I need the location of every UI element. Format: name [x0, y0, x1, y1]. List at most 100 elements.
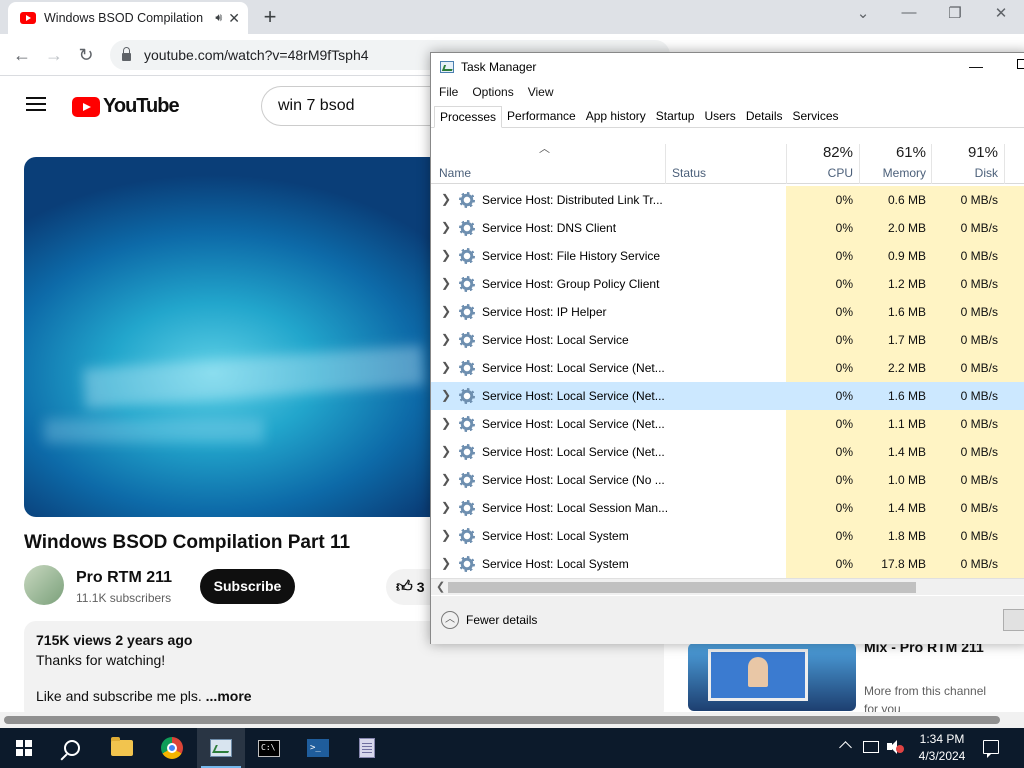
chevron-right-icon[interactable]: ❯ [441, 416, 451, 430]
process-name: Service Host: IP Helper [482, 305, 607, 319]
speaker-icon[interactable]: 🔊︎ [215, 12, 222, 25]
forward-button[interactable]: → [42, 43, 66, 67]
tab-app-history[interactable]: App history [581, 106, 651, 127]
close-window-button[interactable]: ✕ [986, 4, 1016, 22]
table-row[interactable]: ❯ Service Host: Group Policy Client 0% 1.2 … [431, 270, 1024, 298]
avatar[interactable] [24, 565, 64, 605]
new-tab-button[interactable]: + [258, 4, 282, 30]
chrome-button[interactable] [148, 728, 196, 768]
browser-tab[interactable]: Windows BSOD Compilation 🔊︎ ✕ [8, 2, 248, 34]
column-status[interactable]: Status [672, 166, 706, 180]
tab-close-icon[interactable]: ✕ [228, 10, 240, 27]
task-manager-taskbar-button[interactable] [197, 728, 245, 768]
powershell-button[interactable]: >_ [294, 728, 342, 768]
menu-options[interactable]: Options [472, 83, 513, 105]
subscribe-button[interactable]: Subscribe [200, 569, 295, 604]
search-button[interactable] [48, 728, 96, 768]
process-name: Service Host: Local Session Man... [482, 501, 669, 515]
recommended-thumbnail[interactable] [688, 643, 856, 711]
taskbar: C:\ >_ 1:34 PM 4/3/2024 [0, 728, 1024, 768]
gear-icon [459, 192, 475, 208]
cmd-button[interactable]: C:\ [245, 728, 293, 768]
notification-icon[interactable] [983, 740, 999, 758]
maximize-button[interactable] [1017, 59, 1024, 69]
chevron-right-icon[interactable]: ❯ [441, 220, 451, 234]
table-row[interactable]: ❯ Service Host: Local Service 0% 1.7 MB 0 MB… [431, 326, 1024, 354]
chevron-right-icon[interactable]: ❯ [441, 276, 451, 290]
show-hidden-icons-icon[interactable] [840, 739, 852, 751]
table-row[interactable]: ❯ Service Host: Local Service (Net... 0% 1.… [431, 438, 1024, 466]
tab-startup[interactable]: Startup [651, 106, 700, 127]
table-row[interactable]: ❯ Service Host: IP Helper 0% 1.6 MB 0 MB/s [431, 298, 1024, 326]
process-name: Service Host: Local Service [482, 333, 629, 347]
minimize-button[interactable]: — [969, 58, 983, 74]
memory-value: 1.1 MB [887, 417, 926, 431]
tab-performance[interactable]: Performance [502, 106, 581, 127]
reload-button[interactable]: ↻ [74, 43, 98, 67]
chevron-right-icon[interactable]: ❯ [441, 500, 451, 514]
column-name[interactable]: Name [439, 166, 471, 180]
page-horizontal-scrollbar[interactable] [0, 712, 1024, 728]
scrollbar-thumb[interactable] [448, 582, 916, 593]
menu-view[interactable]: View [528, 83, 554, 105]
chevron-right-icon[interactable]: ❯ [441, 248, 451, 262]
fewer-details-link[interactable]: Fewer details [466, 613, 537, 627]
notepad-button[interactable] [343, 728, 391, 768]
menu-icon[interactable] [26, 97, 46, 111]
chevron-right-icon[interactable]: ❯ [441, 304, 451, 318]
table-row[interactable]: ❯ Service Host: Local Service (Net... 0% 1.… [431, 410, 1024, 438]
tab-details[interactable]: Details [741, 106, 788, 127]
cpu-value: 0% [835, 221, 853, 235]
minimize-button[interactable]: — [894, 4, 924, 21]
chevron-right-icon[interactable]: ❯ [441, 360, 451, 374]
table-row[interactable]: ❯ Service Host: Local Service (No ... 0% 1.… [431, 466, 1024, 494]
chevron-right-icon[interactable]: ❯ [441, 444, 451, 458]
table-row[interactable]: ❯ Service Host: Local System 0% 17.8 MB 0 MB… [431, 550, 1024, 578]
video-player[interactable] [24, 157, 444, 517]
memory-value: 0.6 MB [887, 193, 926, 207]
list-horizontal-scrollbar[interactable]: ❮ [431, 578, 1024, 595]
tab-users[interactable]: Users [699, 106, 740, 127]
table-row[interactable]: ❯ Service Host: Local Service (Net... 0% 1.… [431, 382, 1024, 410]
more-link[interactable]: ...more [206, 688, 252, 704]
table-row[interactable]: ❯ Service Host: Distributed Link Tr... 0% 0… [431, 186, 1024, 214]
column-disk[interactable]: Disk [936, 166, 998, 180]
gear-icon [459, 500, 475, 516]
process-name: Service Host: Local System [482, 557, 629, 571]
network-icon[interactable] [863, 741, 879, 753]
memory-value: 0.9 MB [887, 249, 926, 263]
restore-button[interactable]: ❐ [940, 4, 970, 22]
chevron-up-icon[interactable]: ︿ [441, 611, 459, 629]
column-memory[interactable]: Memory [861, 166, 926, 180]
chevron-right-icon[interactable]: ❯ [441, 528, 451, 542]
table-row[interactable]: ❯ Service Host: Local Session Man... 0% 1.4… [431, 494, 1024, 522]
channel-name[interactable]: Pro RTM 211 [76, 569, 172, 587]
table-row[interactable]: ❯ Service Host: File History Service 0% 0.9… [431, 242, 1024, 270]
table-row[interactable]: ❯ Service Host: DNS Client 0% 2.0 MB 0 MB/s [431, 214, 1024, 242]
task-manager-titlebar[interactable]: Task Manager — [431, 53, 1024, 83]
chevron-right-icon[interactable]: ❯ [441, 388, 451, 402]
menu-file[interactable]: File [439, 83, 458, 105]
youtube-logo[interactable]: YouTube [72, 95, 180, 118]
tab-processes[interactable]: Processes [434, 106, 503, 128]
process-name: Service Host: Group Policy Client [482, 277, 660, 291]
table-row[interactable]: ❯ Service Host: Local System 0% 1.8 MB 0 MB/… [431, 522, 1024, 550]
file-explorer-button[interactable] [98, 728, 146, 768]
back-button[interactable]: ← [10, 43, 34, 67]
chevron-right-icon[interactable]: ❯ [441, 472, 451, 486]
column-cpu[interactable]: CPU [793, 166, 853, 180]
start-button[interactable] [0, 728, 48, 768]
tab-search-icon[interactable]: ⌄ [848, 4, 878, 22]
tab-services[interactable]: Services [788, 106, 844, 127]
menu-bar: File Options View [431, 83, 568, 105]
chevron-right-icon[interactable]: ❯ [441, 332, 451, 346]
lock-icon[interactable] [122, 47, 131, 61]
gear-icon [459, 388, 475, 404]
process-name: Service Host: Local Service (Net... [482, 389, 665, 403]
chevron-right-icon[interactable]: ❯ [441, 192, 451, 206]
scroll-left-icon[interactable]: ❮ [436, 580, 445, 593]
end-task-button[interactable] [1003, 609, 1024, 631]
clock[interactable]: 1:34 PM 4/3/2024 [914, 731, 970, 765]
table-row[interactable]: ❯ Service Host: Local Service (Net... 0% 2.… [431, 354, 1024, 382]
chevron-right-icon[interactable]: ❯ [441, 556, 451, 570]
